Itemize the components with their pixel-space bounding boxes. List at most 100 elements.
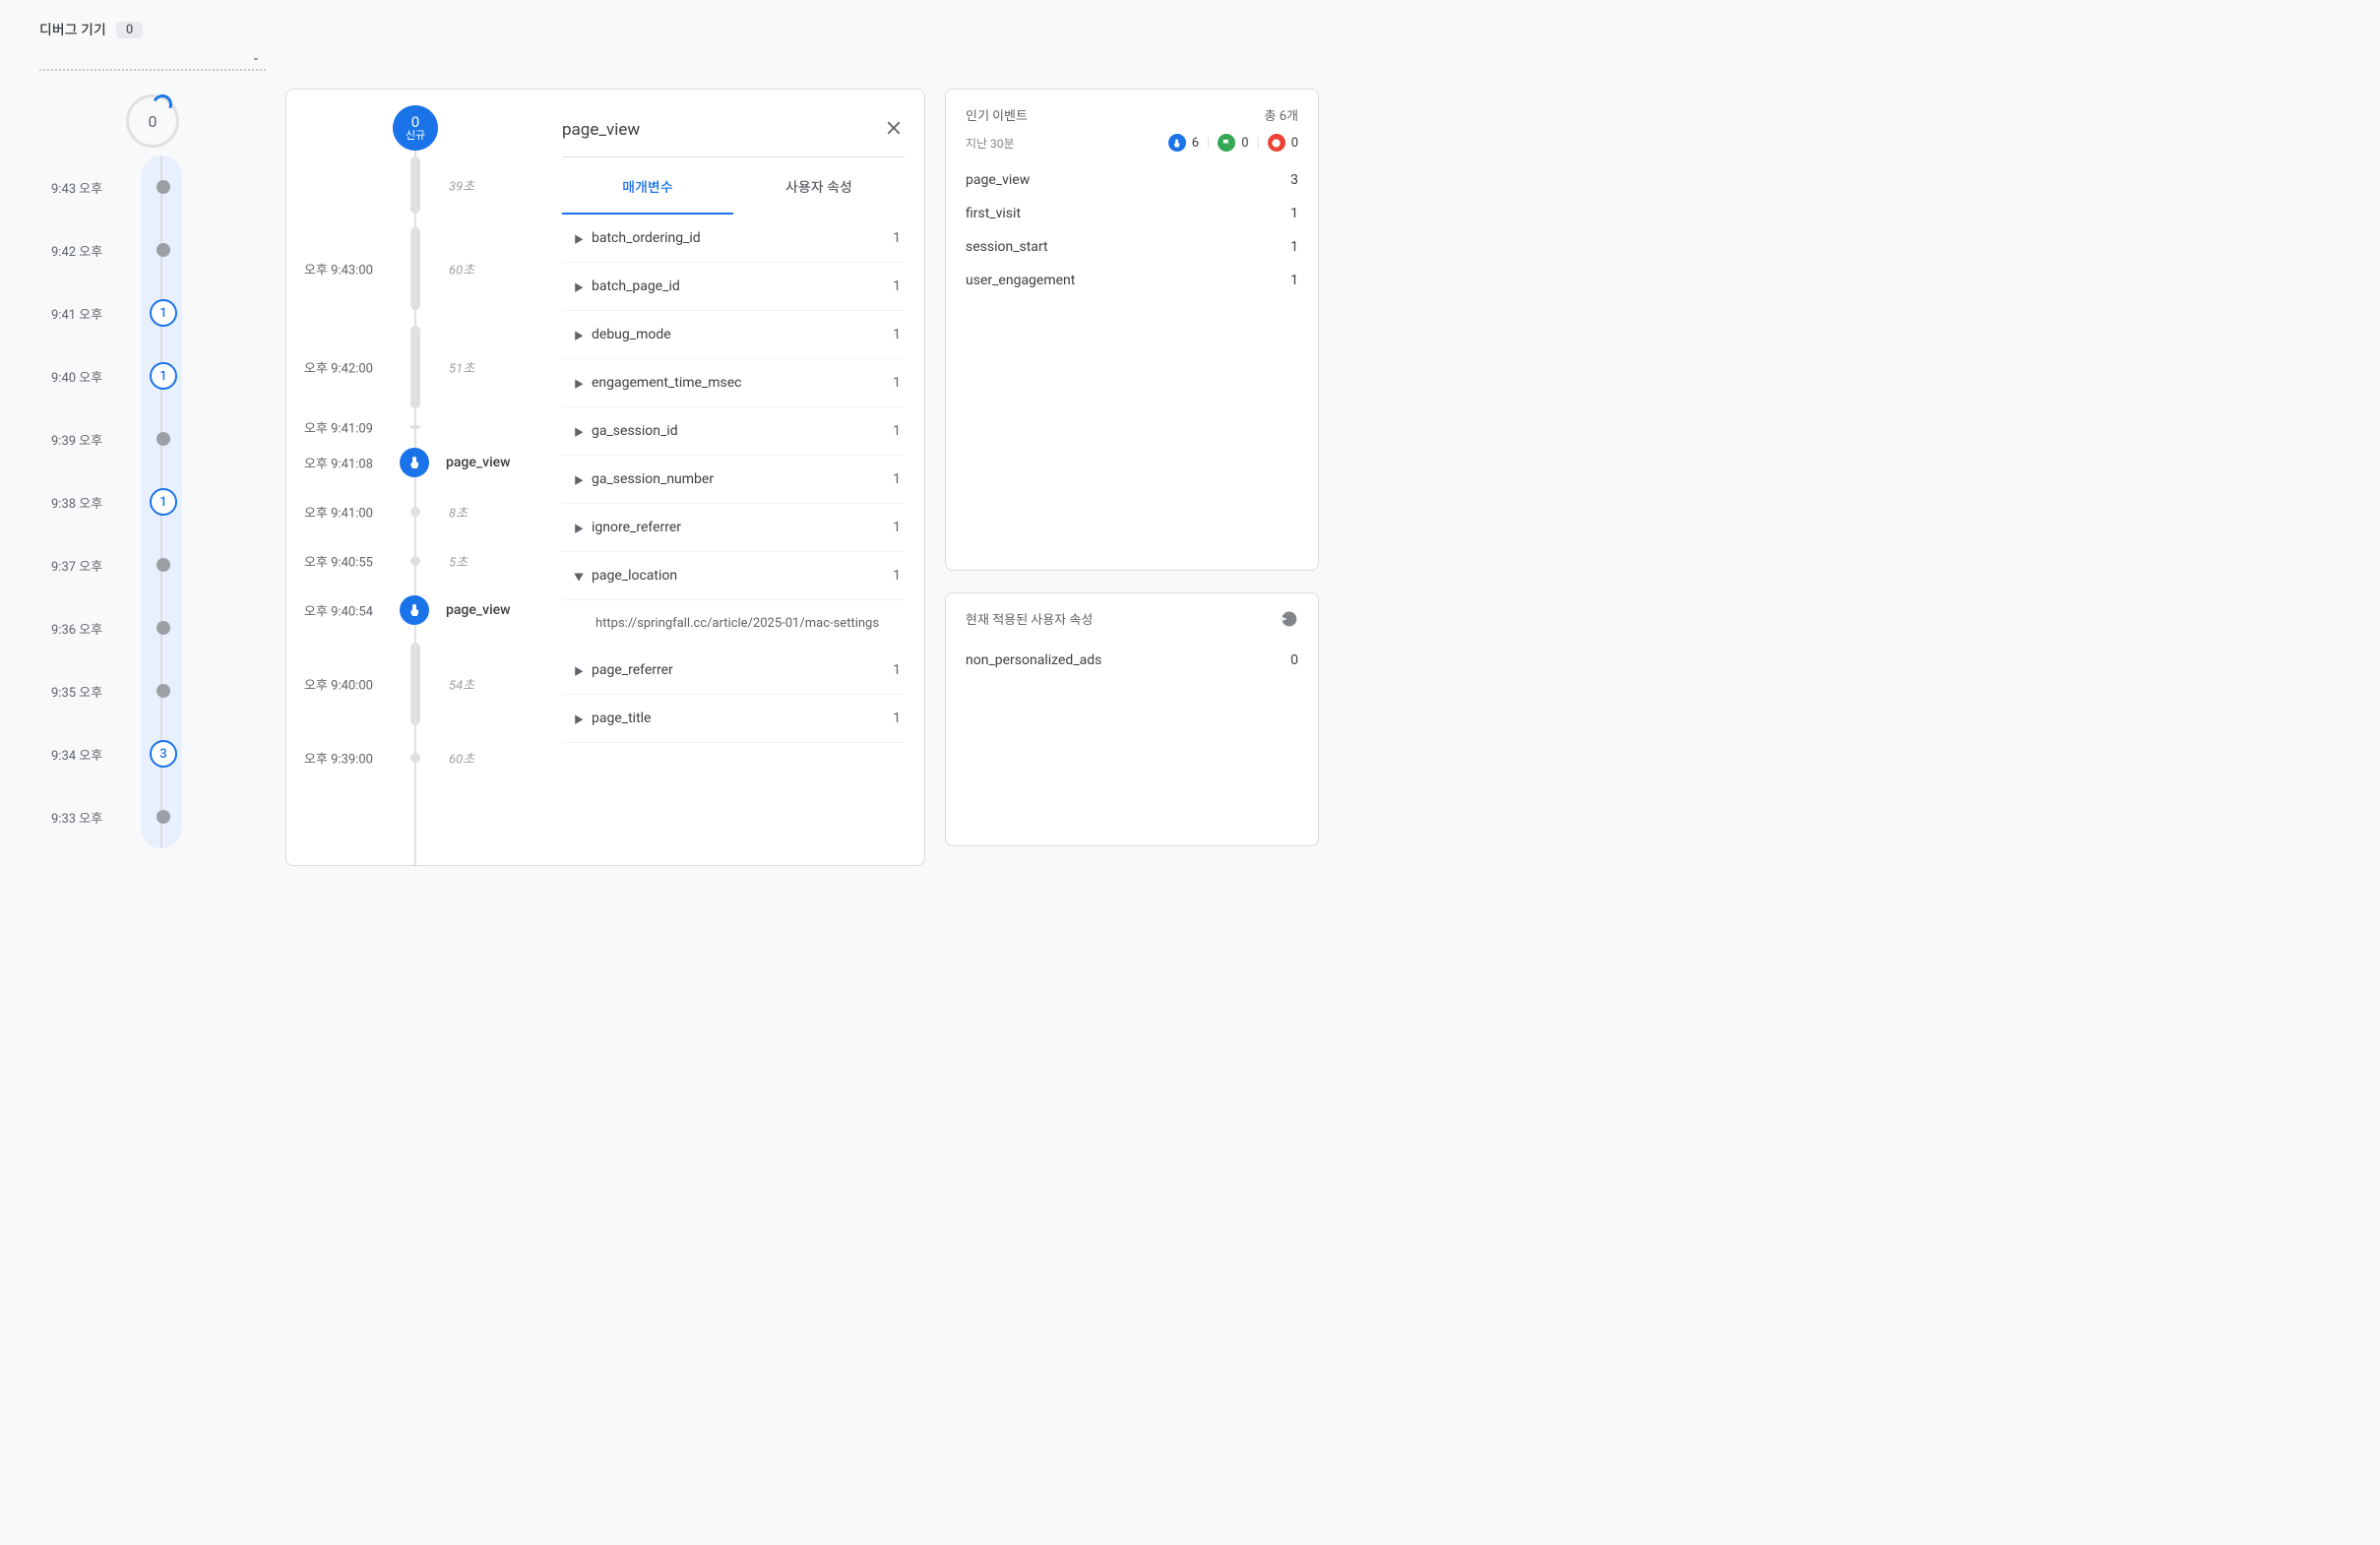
top-event-name: session_start [966,239,1048,255]
close-button[interactable] [883,117,905,143]
minute-dot [157,432,170,446]
parameter-name: engagement_time_msec [592,375,893,391]
minute-label: 9:42 오후 [51,241,145,260]
user-properties-title: 현재 적용된 사용자 속성 [966,609,1093,633]
parameter-row[interactable]: ▶page_title1 [562,695,905,743]
stream-gap-label: 60초 [449,749,474,768]
tab-parameters[interactable]: 매개변수 [562,161,733,215]
parameter-row[interactable]: ▶batch_page_id1 [562,263,905,311]
parameter-row[interactable]: ▶ga_session_number1 [562,456,905,504]
stream-time: 오후 9:40:55 [304,552,373,571]
parameter-row[interactable]: ▶page_referrer1 [562,647,905,695]
debug-devices-label: 디버그 기기 [39,20,106,39]
top-events-list: page_view3first_visit1session_start1user… [966,163,1298,297]
stream-segment: 오후 9:43:0060초 [286,219,542,318]
stream-gap-bar [410,507,420,517]
top-events-total: 총 6개 [1265,105,1298,124]
stream-segment: 오후 9:40:0054초 [286,635,542,733]
touch-event-icon[interactable] [400,595,429,625]
stream-segment: 오후 9:42:0051초 [286,318,542,416]
parameter-row[interactable]: ▶debug_mode1 [562,311,905,359]
minute-row[interactable]: 9:40 오후 1 [51,344,266,407]
stream-segment: 39초 [286,151,542,219]
minute-dot [157,180,170,194]
stream-time: 오후 9:41:08 [304,454,373,472]
chevron-down-icon [250,53,262,65]
parameter-count: 1 [893,711,901,726]
minute-label: 9:41 오후 [51,304,145,323]
user-properties-card: 현재 적용된 사용자 속성 non_personalized_ads0 [945,592,1319,846]
touch-count: 6 [1192,136,1199,151]
stream-event-label[interactable]: page_view [446,602,511,618]
parameter-row[interactable]: ▶ga_session_id1 [562,407,905,456]
minute-label: 9:40 오후 [51,367,145,386]
stream-gap-bar [410,753,420,763]
flag-count: 0 [1241,136,1248,151]
stream-gap-bar [410,556,420,566]
left-timeline-column: 디버그 기기 0 0 9:43 오후9:42 오후9:41 오후19:40 오후… [0,0,285,866]
device-dropdown[interactable] [39,47,266,71]
live-events-count: 0 [149,112,157,131]
tab-user-properties[interactable]: 사용자 속성 [733,161,905,215]
error-icon [1268,134,1285,152]
parameter-name: ga_session_number [592,471,893,487]
parameter-row[interactable]: ▶engagement_time_msec1 [562,359,905,407]
top-events-subtitle: 지난 30분 [966,135,1015,152]
parameter-name: batch_page_id [592,278,893,294]
minute-row[interactable]: 9:42 오후 [51,218,266,281]
right-column: 인기 이벤트 총 6개 지난 30분 6 | 0 | 0 page_view3f… [945,89,1319,866]
event-detail-panel: page_view 매개변수 사용자 속성 ▶batch_ordering_id… [542,90,924,865]
flag-icon [1218,134,1235,152]
minute-dot [157,621,170,635]
parameter-row[interactable]: ▶batch_ordering_id1 [562,215,905,263]
parameter-count: 1 [893,375,901,391]
minute-dot [157,558,170,572]
top-event-row[interactable]: page_view3 [966,163,1298,197]
top-event-count: 1 [1290,206,1298,221]
parameter-row[interactable]: ▶ignore_referrer1 [562,504,905,552]
top-event-row[interactable]: first_visit1 [966,197,1298,230]
stream-gap-label: 54초 [449,675,474,694]
caret-right-icon: ▶ [574,472,584,487]
stream-event-label[interactable]: page_view [446,455,511,470]
parameter-count: 1 [893,423,901,439]
event-detail-title: page_view [562,120,640,140]
event-stream-head: 0 신규 [393,105,438,151]
minute-row[interactable]: 9:33 오후 [51,785,266,848]
event-stream-card: 0 신규 39초오후 9:43:0060초오후 9:42:0051초오후 9:4… [285,89,925,866]
stream-gap-bar [410,425,420,429]
minute-event-count: 1 [150,362,177,390]
user-properties-list: non_personalized_ads0 [966,643,1298,678]
stream-gap-label: 60초 [449,260,474,278]
minute-row[interactable]: 9:37 오후 [51,533,266,596]
parameter-name: ga_session_id [592,423,893,439]
minute-row[interactable]: 9:36 오후 [51,596,266,659]
minute-row[interactable]: 9:43 오후 [51,155,266,218]
top-event-row[interactable]: session_start1 [966,230,1298,264]
minute-row[interactable]: 9:34 오후3 [51,722,266,785]
minute-label: 9:35 오후 [51,682,145,701]
minute-row[interactable]: 9:41 오후 1 [51,281,266,344]
parameter-count: 1 [893,520,901,535]
minute-row[interactable]: 9:35 오후 [51,659,266,722]
stream-gap-label: 5초 [449,552,468,571]
minute-row[interactable]: 9:39 오후 [51,407,266,470]
stream-segment: 오후 9:41:08 page_view [286,438,542,487]
minute-event-count: 1 [150,299,177,327]
stream-segment: 오후 9:40:55 5초 [286,536,542,586]
top-event-name: user_engagement [966,273,1075,288]
user-property-row[interactable]: non_personalized_ads0 [966,643,1298,678]
minute-dot [157,810,170,824]
head-label: 신규 [406,130,425,141]
parameter-name: page_title [592,711,893,726]
minute-row[interactable]: 9:38 오후1 [51,470,266,533]
touch-event-icon[interactable] [400,448,429,477]
caret-right-icon: ▶ [574,328,584,342]
live-events-ring: 0 [126,94,179,148]
history-button[interactable] [1279,609,1298,633]
caret-down-icon: ▼ [574,569,584,584]
parameter-row[interactable]: ▼page_location1 [562,552,905,600]
top-event-row[interactable]: user_engagement1 [966,264,1298,297]
minute-dot [157,243,170,257]
top-event-name: page_view [966,172,1030,188]
